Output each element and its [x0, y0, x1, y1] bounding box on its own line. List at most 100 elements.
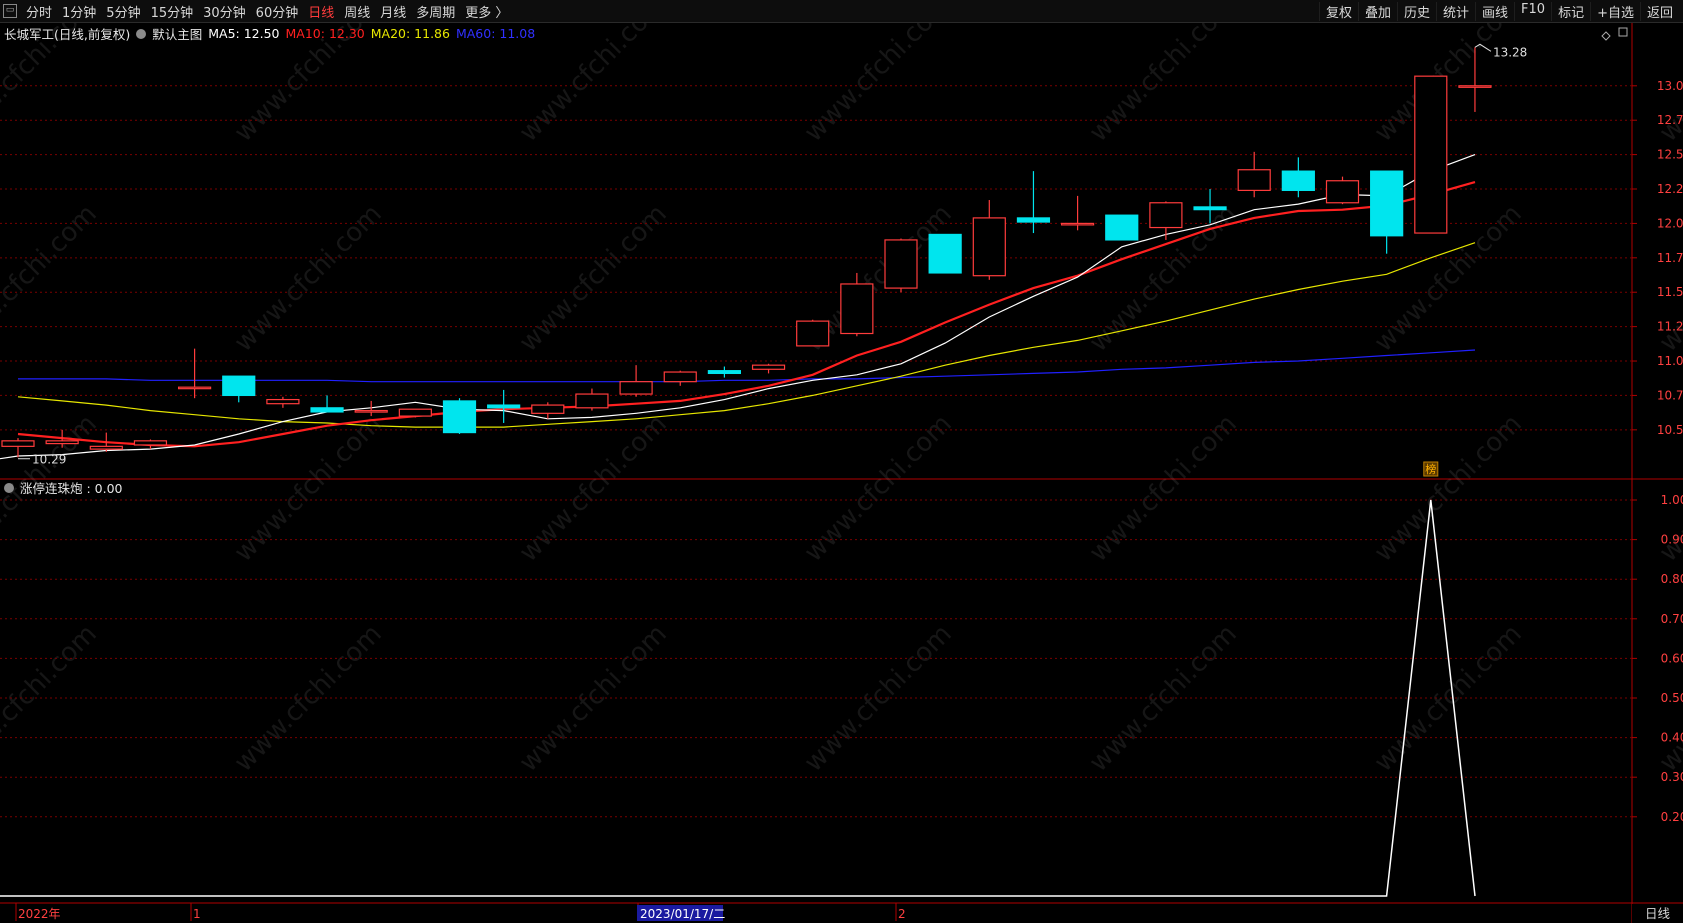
candle-body [1105, 214, 1139, 241]
indicator-value: 涨停连珠炮 : 0.00 [20, 481, 123, 496]
candle-body [928, 233, 962, 274]
candle [442, 398, 477, 434]
kline-chart[interactable]: www.cfchi.comwww.cfchi.comwww.cfchi.comw… [0, 23, 1683, 923]
high-price-label: 13.28 [1493, 45, 1527, 59]
candle-body [89, 445, 123, 450]
price-tick-label: 11.50 [1657, 285, 1683, 299]
price-tick-label: 11.00 [1657, 354, 1683, 368]
candle-body [45, 440, 79, 445]
candle-body [133, 440, 168, 446]
candle-body [266, 398, 300, 405]
ma5-legend: MA5: 12.50 [208, 26, 280, 41]
action-button-1[interactable]: 叠加 [1357, 1, 1397, 21]
time-axis-label: 2022年 [18, 907, 61, 921]
stock-title[interactable]: 长城军工(日线,前复权) [4, 24, 130, 43]
price-tick-label: 13.00 [1657, 79, 1683, 93]
top-toolbar: ▭ 分时 1分钟 5分钟 15分钟 30分钟 60分钟 日线 周线 月线 多周期 更多 〉 复权 叠加… [0, 0, 1683, 23]
candle-body [1325, 180, 1360, 204]
price-tick-label: 12.50 [1657, 148, 1683, 162]
period-status[interactable]: 日线 [1632, 904, 1683, 923]
settings-icon[interactable] [136, 28, 147, 39]
indicator-tick-label: 0.80 [1661, 572, 1683, 586]
action-button-7[interactable]: +自选 [1590, 1, 1640, 21]
candle-body [1281, 170, 1315, 191]
candle [796, 319, 830, 347]
candle-body [310, 407, 344, 413]
candle-body [178, 386, 212, 390]
price-tick-label: 10.50 [1657, 423, 1683, 437]
candle-body [1458, 85, 1492, 88]
action-button-0[interactable]: 复权 [1318, 1, 1358, 21]
action-button-6[interactable]: 标记 [1551, 1, 1590, 21]
menu-toggle-icon[interactable]: ▭ [3, 4, 17, 18]
action-list: 复权 叠加 历史 统计 画线 F10 标记 +自选 返回 [1318, 1, 1679, 21]
candle-body [442, 400, 477, 434]
action-button-5[interactable]: F10 [1514, 1, 1551, 21]
candle-body [531, 404, 565, 414]
action-bar: 复权 叠加 历史 统计 画线 F10 标记 +自选 返回 [1318, 0, 1679, 22]
candle [1105, 214, 1139, 241]
candle-body [884, 239, 918, 289]
period-tab-1[interactable]: 1分钟 [57, 2, 101, 21]
time-axis-label: 2 [898, 907, 906, 921]
candle-body [751, 364, 786, 370]
period-tab-7[interactable]: 周线 [339, 2, 375, 21]
ma20-legend: MA20: 11.86 [370, 26, 450, 41]
candle-body [707, 370, 742, 375]
indicator-tick-label: 1.00 [1661, 493, 1683, 507]
board-marker-label: 榜 [1425, 462, 1436, 476]
candle-body [1016, 217, 1051, 223]
action-button-4[interactable]: 画线 [1475, 1, 1514, 21]
candle-body [840, 283, 874, 335]
period-list: 分时 1分钟 5分钟 15分钟 30分钟 60分钟 日线 周线 月线 多周期 更多 〉 [21, 2, 513, 21]
candle-body [619, 381, 653, 395]
main-chart-legend: 长城军工(日线,前复权) 默认主图 MA5: 12.50 MA10: 12.30… [4, 24, 541, 43]
candle [398, 408, 432, 418]
period-bar: ▭ 分时 1分钟 5分钟 15分钟 30分钟 60分钟 日线 周线 月线 多周期 更多 〉 [0, 0, 513, 22]
period-tab-8[interactable]: 月线 [375, 2, 411, 21]
indicator-tick-label: 0.60 [1661, 651, 1683, 665]
price-tick-label: 12.25 [1657, 182, 1683, 196]
candle-body [1370, 170, 1404, 237]
price-tick-label: 12.00 [1657, 216, 1683, 230]
action-button-3[interactable]: 统计 [1436, 1, 1475, 21]
candle-body [1149, 202, 1183, 229]
candle-body [1, 440, 35, 447]
time-axis-label: 1 [193, 907, 201, 921]
ma10-legend: MA10: 12.30 [285, 26, 365, 41]
indicator-tick-label: 0.30 [1661, 770, 1683, 784]
period-tab-0[interactable]: 分时 [21, 2, 57, 21]
indicator-settings-icon[interactable] [4, 482, 14, 493]
candle-body [487, 404, 521, 409]
action-button-8[interactable]: 返回 [1639, 1, 1679, 21]
price-tick-label: 10.75 [1657, 388, 1683, 402]
action-button-2[interactable]: 历史 [1396, 1, 1436, 21]
period-tab-2[interactable]: 5分钟 [101, 2, 145, 21]
period-tab-6[interactable]: 日线 [303, 2, 339, 21]
indicator-tick-label: 0.50 [1661, 691, 1683, 705]
indicator-tick-label: 0.40 [1661, 731, 1683, 745]
candle [1325, 176, 1360, 205]
sub-chart-legend: 涨停连珠炮 : 0.00 [4, 478, 129, 497]
indicator-tick-label: 0.20 [1661, 810, 1683, 824]
period-tab-3[interactable]: 15分钟 [146, 2, 199, 21]
candle-body [972, 217, 1006, 277]
period-tab-10[interactable]: 更多 〉 [460, 2, 513, 21]
candle [1414, 75, 1448, 234]
candle-body [1414, 75, 1448, 234]
period-tab-4[interactable]: 30分钟 [198, 2, 251, 21]
candle-body [1237, 169, 1271, 191]
candle [884, 238, 918, 293]
price-tick-label: 11.25 [1657, 320, 1683, 334]
price-tick-label: 12.75 [1657, 113, 1683, 127]
period-tab-5[interactable]: 60分钟 [251, 2, 304, 21]
candle-body [1060, 222, 1095, 226]
low-price-label: 10.29 [32, 453, 66, 467]
ma60-legend: MA60: 11.08 [455, 26, 536, 41]
template-name[interactable]: 默认主图 [152, 24, 202, 43]
candle-body [222, 375, 256, 397]
candle-body [398, 408, 432, 417]
price-tick-label: 11.75 [1657, 251, 1683, 265]
period-tab-9[interactable]: 多周期 [411, 2, 460, 21]
indicator-tick-label: 0.90 [1661, 533, 1683, 547]
